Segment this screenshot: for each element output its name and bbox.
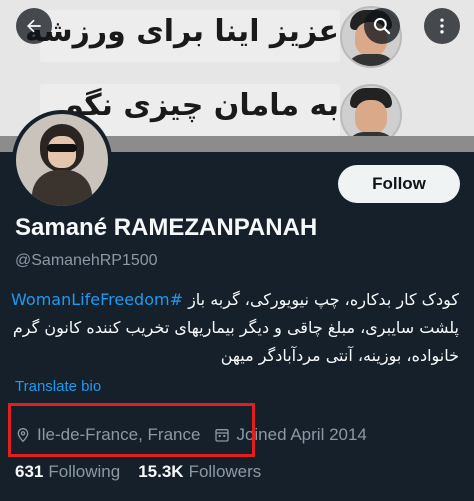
followers-count: 15.3K [138,462,184,481]
arrow-left-icon [27,19,41,33]
banner-caption: عزیز اینا برای ورزشه [24,14,339,49]
bio-line: پلشت سایبری، مبلغ چاقی و دیگر بیماریهای … [12,318,459,337]
following-label: Following [48,462,121,481]
profile-bio: کودک کار بدکاره، چپ نیویورکی، گربه باز #… [11,286,459,370]
more-vertical-icon [440,18,444,34]
bio-text: کودک کار بدکاره، چپ نیویورکی، گربه باز [188,290,459,309]
followers-label: Followers [188,462,262,481]
following-link[interactable]: 631 Following [15,462,120,482]
location-highlight-box [8,403,255,457]
follow-counts: 631 Following 15.3K Followers [15,462,261,482]
more-options-button[interactable] [424,8,460,44]
translate-bio-link[interactable]: Translate bio [15,378,101,395]
bio-hashtag-link[interactable]: #WomanLifeFreedom [11,290,183,309]
search-icon [373,17,391,35]
banner-caption: به مامان چیزی نگو [65,88,339,123]
display-name: Samané RAMEZANPANAH [15,214,318,241]
bio-line: خانواده، بوزینه، آنتی مردآبادگر میهن [220,346,459,365]
following-count: 631 [15,462,44,481]
follow-button[interactable]: Follow [338,165,460,203]
followers-link[interactable]: 15.3K Followers [138,462,261,482]
bio-line: کودک کار بدکاره، چپ نیویورکی، گربه باز #… [11,286,459,314]
joined-text: Joined April 2014 [236,425,367,444]
user-handle: @SamanehRP1500 [15,252,158,269]
search-button[interactable] [364,8,400,44]
profile-avatar[interactable] [12,110,112,210]
back-button[interactable] [16,8,52,44]
